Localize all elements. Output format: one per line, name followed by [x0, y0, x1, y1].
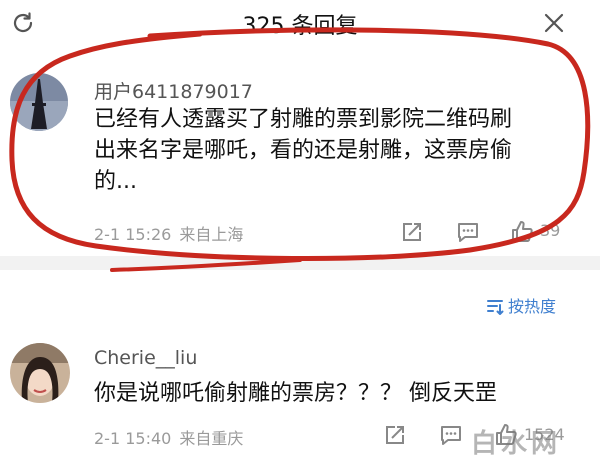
- like-count: 39: [540, 221, 561, 240]
- comment-location: 来自重庆: [179, 429, 244, 448]
- comment-text: 已经有人透露买了射雕的票到影院二维码刷 出来名字是哪吒，看的还是射雕，这票房偷 …: [94, 104, 574, 197]
- avatar[interactable]: [10, 343, 70, 403]
- page-title: 325 条回复: [242, 14, 358, 39]
- comment-meta: 2-1 15:40 来自重庆: [94, 425, 243, 449]
- comment-username[interactable]: Cherie__liu: [94, 347, 197, 369]
- avatar[interactable]: [10, 73, 68, 131]
- reply-header: 325 条回复: [0, 0, 600, 46]
- comment-line: 已经有人透露买了射雕的票到影院二维码刷: [94, 107, 513, 132]
- watermark: 白水网: [471, 429, 562, 459]
- sort-icon: [487, 300, 504, 315]
- comment-time: 2-1 15:40: [94, 429, 172, 448]
- close-icon[interactable]: [541, 10, 567, 36]
- comment-location: 来自上海: [179, 225, 244, 244]
- comment-time: 2-1 15:26: [94, 225, 172, 244]
- comment-meta: 2-1 15:26 来自上海: [94, 221, 243, 245]
- reply-icon[interactable]: [438, 422, 464, 448]
- comment-text: 你是说哪吒偷射雕的票房？？？ 倒反天罡: [94, 381, 497, 406]
- share-icon[interactable]: [382, 422, 408, 448]
- comment-username[interactable]: 用户6411879017: [94, 77, 253, 104]
- reply-icon[interactable]: [455, 219, 481, 245]
- comment-line: 的...: [94, 169, 137, 194]
- comment-line: 出来名字是哪吒，看的还是射雕，这票房偷: [94, 138, 513, 163]
- like-icon[interactable]: [509, 219, 535, 245]
- share-icon[interactable]: [399, 219, 425, 245]
- sort-by-hot-button[interactable]: 按热度: [486, 293, 556, 317]
- sort-label: 按热度: [508, 297, 557, 316]
- section-divider: [0, 256, 600, 270]
